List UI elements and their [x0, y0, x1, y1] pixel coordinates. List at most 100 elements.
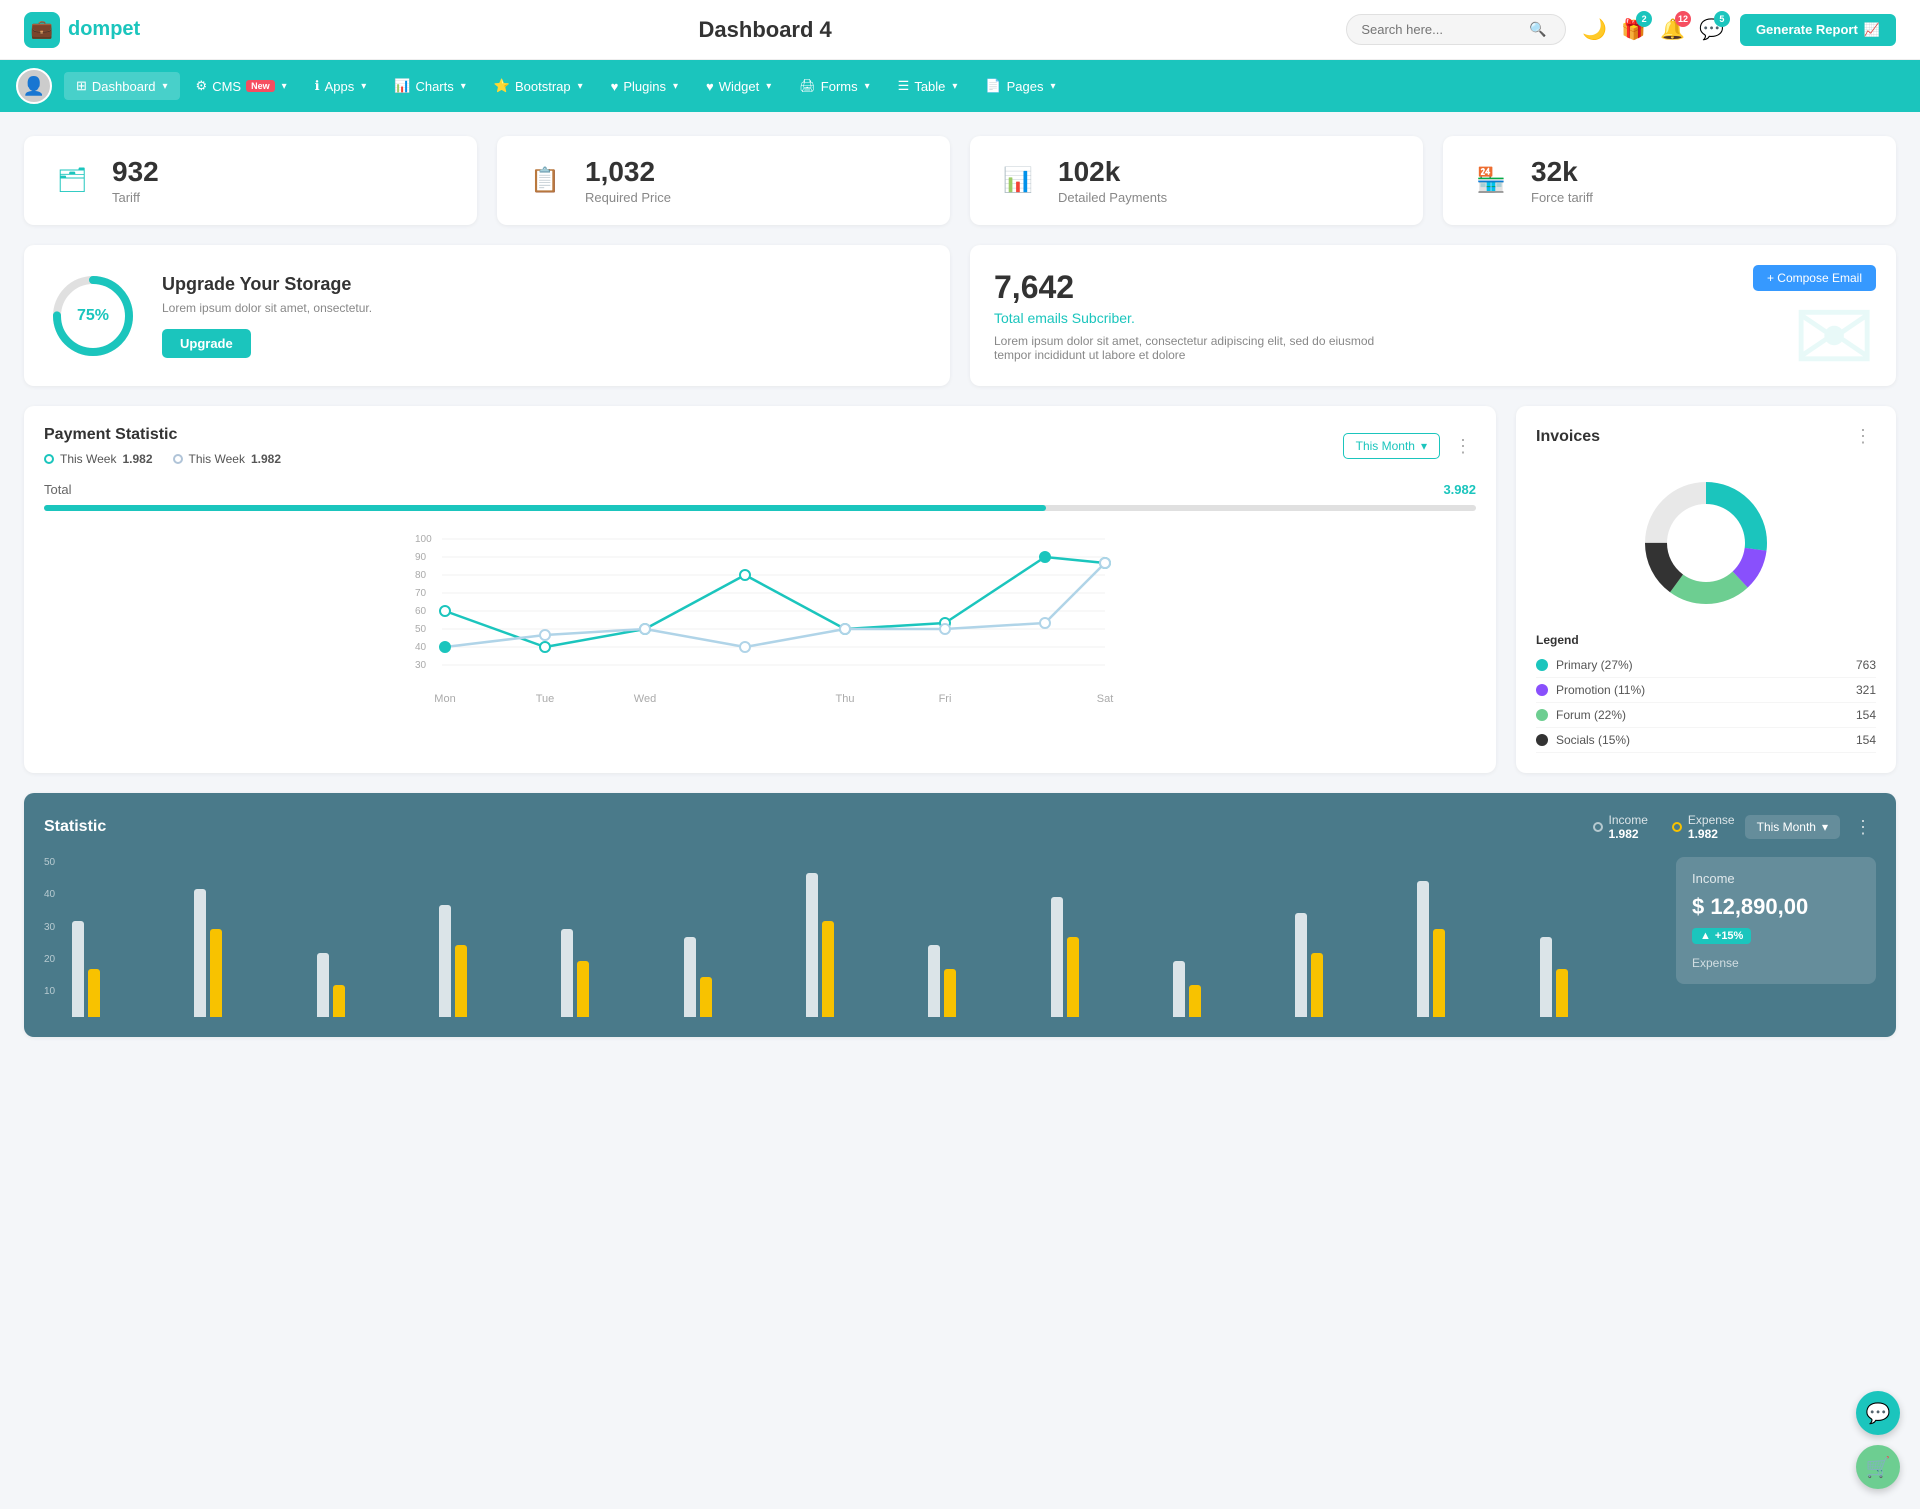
generate-report-label: Generate Report [1756, 22, 1858, 37]
bar-white-1 [72, 921, 84, 1017]
gift-icon-btn[interactable]: 🎁 2 [1621, 17, 1646, 42]
statistic-month-filter[interactable]: This Month ▾ [1745, 815, 1840, 839]
required-price-label: Required Price [585, 190, 671, 205]
more-options-button[interactable]: ⋮ [1450, 436, 1476, 457]
nav-item-plugins[interactable]: ♥ Plugins ▾ [599, 73, 690, 100]
bar-yellow-12 [1433, 929, 1445, 1017]
chevron-down-icon: ▾ [163, 81, 168, 92]
bar-chart-area [72, 857, 1656, 1017]
month-filter-button[interactable]: This Month ▾ [1343, 433, 1440, 459]
income-badge: ▲ +15% [1692, 928, 1751, 944]
circle-progress: 75% [48, 271, 138, 361]
nav-item-table[interactable]: ☰ Table ▾ [886, 72, 970, 100]
force-tariff-label: Force tariff [1531, 190, 1593, 205]
progress-bar-fill [44, 505, 1046, 511]
bar-yellow-7 [822, 921, 834, 1017]
fab-support[interactable]: 💬 [1856, 1391, 1900, 1435]
line-chart: 100 90 80 70 60 50 40 30 [44, 527, 1476, 707]
nav-label-apps: Apps [325, 79, 355, 94]
header-icons: 🌙 🎁 2 🔔 12 💬 5 [1582, 17, 1724, 42]
bar-white-8 [928, 945, 940, 1017]
nav-item-charts[interactable]: 📊 Charts ▾ [382, 72, 478, 100]
bar-yellow-13 [1556, 969, 1568, 1017]
expense-panel-title: Expense [1692, 956, 1860, 970]
email-bg-icon: ✉ [1792, 279, 1876, 386]
nav-label-table: Table [914, 79, 945, 94]
bar-yellow-8 [944, 969, 956, 1017]
storage-title: Upgrade Your Storage [162, 274, 372, 295]
tariff-label: Tariff [112, 190, 159, 205]
avatar: 👤 [16, 68, 52, 104]
bar-group-8 [928, 945, 1044, 1017]
middle-row: 75% Upgrade Your Storage Lorem ipsum dol… [24, 245, 1896, 386]
dashboard-icon: ⊞ [76, 78, 87, 94]
svg-text:100: 100 [415, 534, 432, 545]
invoices-title: Invoices [1536, 428, 1600, 446]
force-tariff-icon: 🏪 [1467, 157, 1515, 205]
bootstrap-icon: ⭐ [494, 78, 510, 94]
bar-white-5 [561, 929, 573, 1017]
nav-label-widget: Widget [719, 79, 759, 94]
income-panel-title: Income [1692, 871, 1860, 886]
email-count: 7,642 [994, 269, 1872, 306]
bell-icon-btn[interactable]: 🔔 12 [1660, 17, 1685, 42]
charts-row: Payment Statistic This Week 1.982 This W… [24, 406, 1896, 773]
nav-bar: 👤 ⊞ Dashboard ▾ ⚙ CMS New ▾ ℹ Apps ▾ 📊 C… [0, 60, 1920, 112]
logo-text: dompet [68, 18, 140, 41]
legend-item-week2: This Week 1.982 [173, 452, 282, 466]
bell-badge: 12 [1675, 11, 1691, 27]
total-value: 3.982 [1443, 482, 1476, 497]
statistic-more-options[interactable]: ⋮ [1850, 817, 1876, 838]
table-chevron-icon: ▾ [952, 81, 957, 92]
chat-icon-btn[interactable]: 💬 5 [1699, 17, 1724, 42]
nav-item-cms[interactable]: ⚙ CMS New ▾ [184, 72, 299, 100]
search-bar[interactable]: 🔍 [1346, 14, 1566, 45]
nav-item-widget[interactable]: ♥ Widget ▾ [694, 73, 783, 100]
payment-chart-card: Payment Statistic This Week 1.982 This W… [24, 406, 1496, 773]
svg-text:60: 60 [415, 606, 427, 617]
svg-text:Thu: Thu [836, 693, 855, 705]
nav-label-cms: CMS [212, 79, 241, 94]
stat-card-detailed-payments: 📊 102k Detailed Payments [970, 136, 1423, 225]
statistic-title: Statistic [44, 818, 106, 836]
nav-item-apps[interactable]: ℹ Apps ▾ [303, 72, 379, 100]
bar-group-1 [72, 921, 188, 1017]
nav-item-dashboard[interactable]: ⊞ Dashboard ▾ [64, 72, 180, 100]
income-dot [1593, 822, 1603, 832]
svg-text:50: 50 [415, 624, 427, 635]
nav-label-dashboard: Dashboard [92, 79, 156, 94]
y-label-20: 20 [44, 954, 55, 965]
generate-report-button[interactable]: Generate Report 📈 [1740, 14, 1896, 46]
nav-item-forms[interactable]: 🖨 Forms ▾ [787, 72, 881, 100]
cms-icon: ⚙ [196, 78, 208, 94]
legend-forum: Forum (22%) 154 [1536, 703, 1876, 728]
nav-item-bootstrap[interactable]: ⭐ Bootstrap ▾ [482, 72, 595, 100]
invoices-more-options[interactable]: ⋮ [1850, 426, 1876, 447]
search-input[interactable] [1361, 22, 1521, 37]
plugins-icon: ♥ [611, 79, 619, 94]
stat-legend-income: Income 1.982 [1593, 813, 1648, 841]
widget-icon: ♥ [706, 79, 714, 94]
logo-area: 💼 dompet [24, 12, 184, 48]
bar-group-5 [561, 929, 677, 1017]
nav-item-pages[interactable]: 📄 Pages ▾ [973, 72, 1067, 100]
cms-new-badge: New [246, 80, 275, 92]
invoices-card: Invoices ⋮ [1516, 406, 1896, 773]
email-card: + Compose Email 7,642 Total emails Subcr… [970, 245, 1896, 386]
force-tariff-value: 32k [1531, 156, 1593, 188]
legend-dot-1 [44, 454, 54, 464]
fab-cart[interactable]: 🛒 [1856, 1445, 1900, 1489]
upgrade-button[interactable]: Upgrade [162, 329, 251, 358]
y-label-40: 40 [44, 889, 55, 900]
circle-percent-label: 75% [77, 307, 109, 325]
bar-group-4 [439, 905, 555, 1017]
bar-group-13 [1540, 937, 1656, 1017]
dark-mode-toggle[interactable]: 🌙 [1582, 17, 1607, 42]
charts-chevron-icon: ▾ [461, 81, 466, 92]
gift-badge: 2 [1636, 11, 1652, 27]
stat-card-tariff: 🗂 932 Tariff [24, 136, 477, 225]
bar-white-10 [1173, 961, 1185, 1017]
donut-chart [1536, 463, 1876, 623]
header: 💼 dompet Dashboard 4 🔍 🌙 🎁 2 🔔 12 💬 5 Ge… [0, 0, 1920, 60]
statistic-card: Statistic Income 1.982 Expense [24, 793, 1896, 1037]
